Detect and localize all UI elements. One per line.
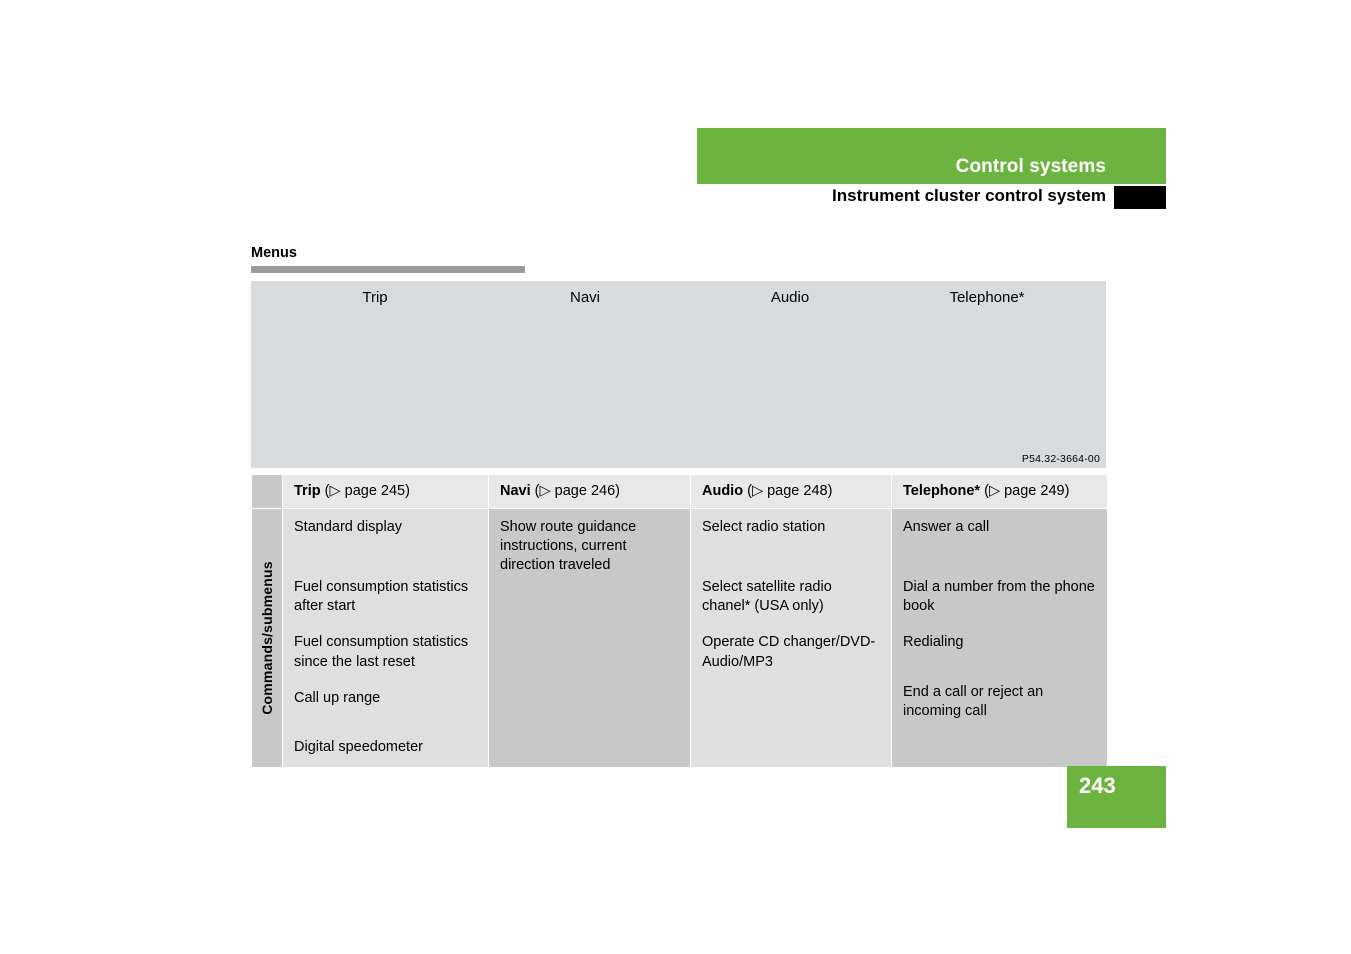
column-header-trip-page[interactable]: (▷ page 245) — [325, 483, 410, 499]
list-item: End a call or reject an incoming call — [903, 683, 1044, 719]
cell-telephone: Answer a call Dial a number from the pho… — [891, 508, 1108, 768]
section-title: Menus — [251, 245, 297, 261]
list-item: Fuel consumption statistics since the la… — [294, 634, 469, 670]
column-header-telephone-name: Telephone* — [903, 483, 981, 499]
page-number-box: 243 — [1067, 766, 1166, 828]
list-item: Select satellite radio chanel* (USA only… — [702, 579, 832, 615]
menu-group-navi: Navi — [485, 281, 685, 468]
column-header-navi: Navi (▷ page 246) — [488, 474, 691, 509]
header-subtitle-row: Instrument cluster control system — [697, 186, 1166, 209]
menu-group-title-trip: Trip — [362, 289, 388, 306]
list-item: Fuel consumption statistics after start — [294, 579, 469, 615]
cell-navi: Show route guidance instructions, curren… — [488, 508, 691, 768]
list-item: Operate CD changer/DVD-Audio/MP3 — [702, 634, 876, 670]
menu-group-trip: Trip — [275, 281, 475, 468]
list-item: Select radio station — [702, 519, 826, 535]
illustration-panel: Trip Navi Audio Telephone* P54.32-3664-0… — [251, 281, 1106, 729]
column-header-navi-page[interactable]: (▷ page 246) — [535, 483, 620, 499]
column-header-audio-name: Audio — [702, 483, 744, 499]
section-divider — [251, 266, 525, 273]
header-banner-title: Control systems — [955, 156, 1106, 177]
cell-audio: Select radio station Select satellite ra… — [690, 508, 892, 768]
header-black-tab — [1114, 186, 1166, 209]
column-header-telephone: Telephone* (▷ page 249) — [891, 474, 1108, 509]
menu-group-audio: Audio — [690, 281, 890, 468]
table-body-row: Commands/submenus Standard display Fuel … — [251, 508, 1108, 768]
menu-group-title-navi: Navi — [569, 289, 600, 306]
column-header-trip-name: Trip — [294, 483, 321, 499]
column-header-telephone-page[interactable]: (▷ page 249) — [984, 483, 1069, 499]
row-label-text: Commands/submenus — [259, 561, 275, 715]
list-item: Show route guidance instructions, curren… — [500, 519, 637, 574]
header-banner: Control systems — [697, 128, 1166, 184]
column-header-audio: Audio (▷ page 248) — [690, 474, 892, 509]
header-subtitle: Instrument cluster control system — [832, 186, 1106, 205]
row-label-cell: Commands/submenus — [251, 508, 283, 768]
menu-group-title-audio: Audio — [770, 289, 810, 306]
column-header-trip: Trip (▷ page 245) — [282, 474, 489, 509]
cell-trip: Standard display Fuel consumption statis… — [282, 508, 489, 768]
table-header-row: Trip (▷ page 245) Navi (▷ page 246) Audi… — [251, 474, 1108, 509]
list-item: Standard display — [294, 519, 403, 535]
figure-caption: P54.32-3664-00 — [1021, 453, 1100, 465]
row-label-cell-header — [251, 474, 283, 509]
list-item: Answer a call — [903, 519, 990, 535]
page-number: 243 — [1079, 773, 1116, 798]
column-header-navi-name: Navi — [500, 483, 531, 499]
list-item: Dial a number from the phone book — [903, 579, 1095, 615]
menus-table: Trip (▷ page 245) Navi (▷ page 246) Audi… — [251, 474, 1108, 768]
list-item: Call up range — [294, 689, 381, 706]
list-item: Digital speedometer — [294, 738, 423, 755]
list-item: Redialing — [903, 634, 964, 651]
menu-group-title-telephone: Telephone* — [949, 289, 1025, 306]
column-header-audio-page[interactable]: (▷ page 248) — [747, 483, 832, 499]
menu-group-telephone: Telephone* — [887, 281, 1087, 468]
